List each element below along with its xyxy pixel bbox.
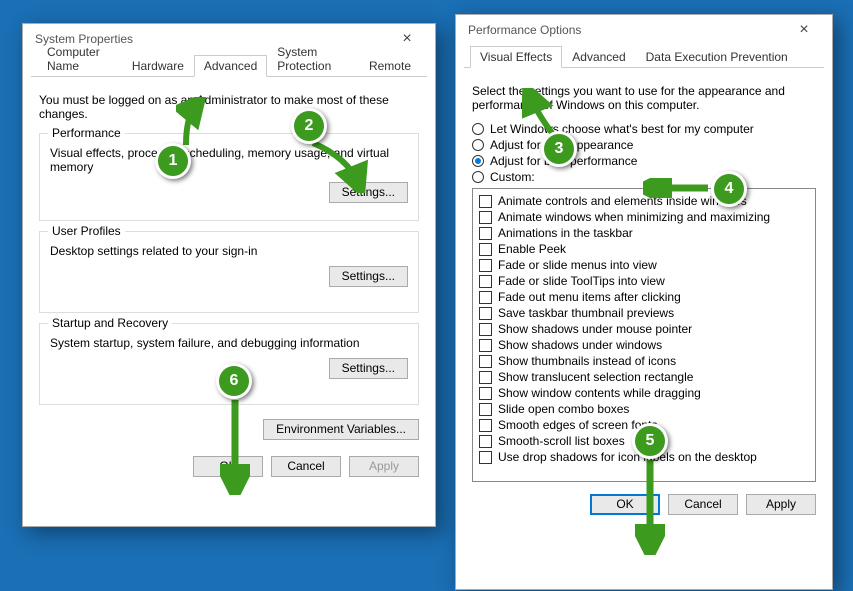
checkbox-label: Show window contents while dragging [498,386,701,401]
tab-computer-name[interactable]: Computer Name [37,41,122,77]
checkbox-label: Fade or slide ToolTips into view [498,274,665,289]
checkbox-label: Use drop shadows for icon labels on the … [498,450,757,465]
group-legend: Startup and Recovery [48,316,172,330]
radio-option[interactable]: Adjust for best appearance [472,138,816,152]
tab-visual-effects[interactable]: Visual Effects [470,46,562,68]
titlebar: Performance Options × [456,15,832,45]
checkbox-icon[interactable] [479,323,492,336]
group-legend: Performance [48,126,125,140]
checkbox-icon[interactable] [479,371,492,384]
group-legend: User Profiles [48,224,125,238]
radio-icon[interactable] [472,171,484,183]
tab-dep[interactable]: Data Execution Prevention [636,46,798,68]
checkbox-icon[interactable] [479,387,492,400]
checkbox-icon[interactable] [479,403,492,416]
checkbox-option[interactable]: Animations in the taskbar [479,226,809,241]
radio-option[interactable]: Adjust for best performance [472,154,816,168]
cancel-button[interactable]: Cancel [271,456,341,477]
checkbox-icon[interactable] [479,291,492,304]
checkbox-option[interactable]: Show thumbnails instead of icons [479,354,809,369]
checkbox-label: Show shadows under windows [498,338,662,353]
checkbox-label: Show thumbnails instead of icons [498,354,676,369]
admin-note: You must be logged on as an Administrato… [39,93,419,121]
checkbox-option[interactable]: Slide open combo boxes [479,402,809,417]
checkbox-label: Smooth-scroll list boxes [498,434,625,449]
arrow-4 [643,178,713,198]
cancel-button[interactable]: Cancel [668,494,738,515]
checkbox-icon[interactable] [479,435,492,448]
step-marker-4: 4 [711,171,747,207]
tab-system-protection[interactable]: System Protection [267,41,359,77]
radio-icon[interactable] [472,155,484,167]
checkbox-icon[interactable] [479,275,492,288]
checkbox-option[interactable]: Save taskbar thumbnail previews [479,306,809,321]
step-marker-1: 1 [155,143,191,179]
environment-variables-button[interactable]: Environment Variables... [263,419,419,440]
step-marker-3: 3 [541,131,577,167]
tabstrip: Visual Effects Advanced Data Execution P… [464,45,824,68]
tabstrip: Computer Name Hardware Advanced System P… [31,54,427,77]
checkbox-icon[interactable] [479,259,492,272]
checkbox-icon[interactable] [479,307,492,320]
checkbox-option[interactable]: Show window contents while dragging [479,386,809,401]
checkbox-icon[interactable] [479,211,492,224]
tab-hardware[interactable]: Hardware [122,55,194,77]
checkbox-option[interactable]: Fade out menu items after clicking [479,290,809,305]
checkbox-label: Save taskbar thumbnail previews [498,306,674,321]
checkbox-label: Fade out menu items after clicking [498,290,681,305]
checkbox-option[interactable]: Fade or slide ToolTips into view [479,274,809,289]
step-marker-2: 2 [291,108,327,144]
checkbox-label: Slide open combo boxes [498,402,629,417]
checkbox-option[interactable]: Show translucent selection rectangle [479,370,809,385]
checkbox-icon[interactable] [479,339,492,352]
checkbox-option[interactable]: Fade or slide menus into view [479,258,809,273]
arrow-5 [635,455,665,555]
checkbox-icon[interactable] [479,243,492,256]
checkbox-icon[interactable] [479,355,492,368]
window-title: Performance Options [468,23,581,37]
startup-settings-button[interactable]: Settings... [329,358,408,379]
checkbox-icon[interactable] [479,419,492,432]
radio-label: Custom: [490,170,535,184]
checkbox-icon[interactable] [479,227,492,240]
checkbox-label: Animations in the taskbar [498,226,633,241]
checkbox-icon[interactable] [479,195,492,208]
checkbox-icon[interactable] [479,451,492,464]
arrow-6 [220,395,250,495]
step-marker-6: 6 [216,363,252,399]
close-icon[interactable]: × [387,30,427,48]
checkbox-label: Fade or slide menus into view [498,258,657,273]
checkbox-option[interactable]: Show shadows under mouse pointer [479,322,809,337]
checkbox-label: Smooth edges of screen fonts [498,418,657,433]
radio-icon[interactable] [472,139,484,151]
group-desc: Desktop settings related to your sign-in [50,244,408,258]
apply-button[interactable]: Apply [746,494,816,515]
arrow-2 [308,138,368,193]
step-marker-5: 5 [632,423,668,459]
checkbox-label: Show translucent selection rectangle [498,370,693,385]
checkbox-label: Enable Peek [498,242,566,257]
checkbox-label: Show shadows under mouse pointer [498,322,692,337]
close-icon[interactable]: × [784,21,824,39]
tab-advanced[interactable]: Advanced [194,55,267,77]
group-user-profiles: User Profiles Desktop settings related t… [39,231,419,313]
checkbox-option[interactable]: Animate windows when minimizing and maxi… [479,210,809,225]
tab-remote[interactable]: Remote [359,55,421,77]
arrow-1 [176,97,206,147]
checkbox-option[interactable]: Show shadows under windows [479,338,809,353]
checkbox-label: Animate windows when minimizing and maxi… [498,210,770,225]
tab-advanced[interactable]: Advanced [562,46,635,68]
checkbox-option[interactable]: Enable Peek [479,242,809,257]
apply-button[interactable]: Apply [349,456,419,477]
radio-icon[interactable] [472,123,484,135]
group-desc: System startup, system failure, and debu… [50,336,408,350]
profiles-settings-button[interactable]: Settings... [329,266,408,287]
